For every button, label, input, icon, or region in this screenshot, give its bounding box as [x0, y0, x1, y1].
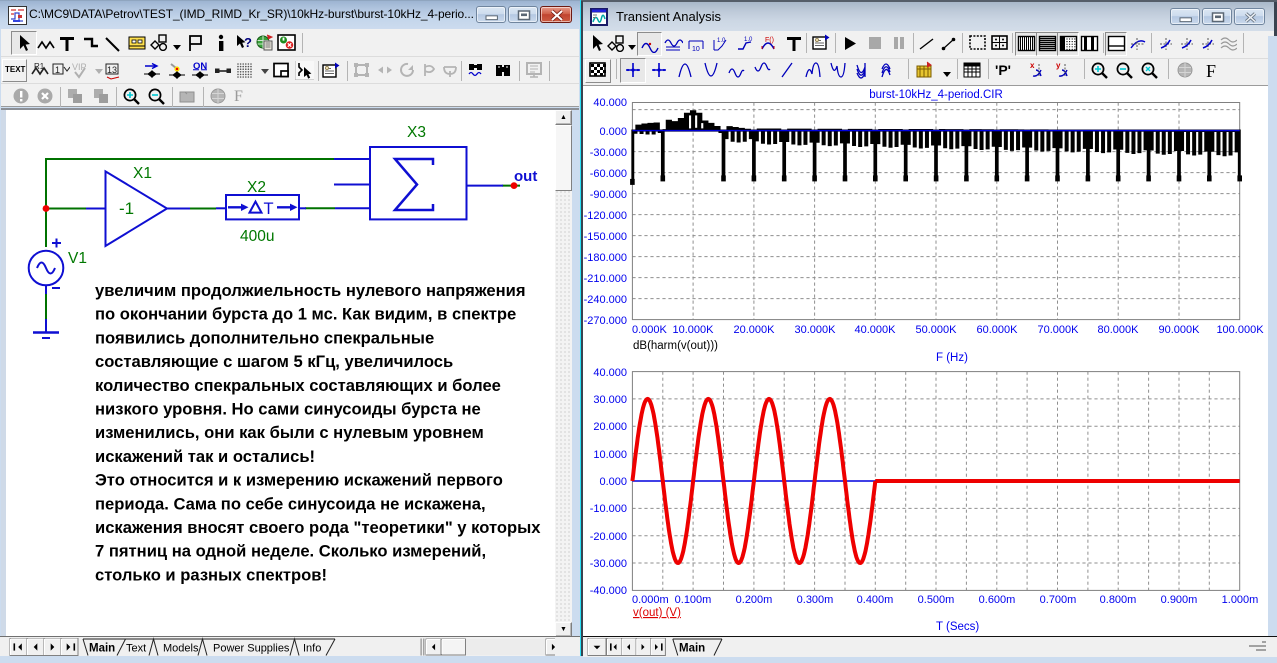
svg-text:0.100m: 0.100m: [675, 594, 712, 606]
svg-text:-60.000: -60.000: [590, 168, 627, 180]
svg-text:по окончании бурста до 1 мс. К: по окончании бурста до 1 мс. Как видим, …: [95, 305, 516, 324]
svg-text:T (Secs): T (Secs): [936, 621, 979, 633]
svg-text:-210.000: -210.000: [584, 273, 627, 285]
svg-text:периода. Сама по себе синусоид: периода. Сама по себе синусоида не искаж…: [95, 494, 486, 513]
svg-text:Models: Models: [163, 643, 199, 655]
svg-text:появились дополнительно спекра: появились дополнительно спекральные: [95, 328, 434, 347]
svg-text:-20.000: -20.000: [590, 531, 627, 543]
svg-text:-120.000: -120.000: [584, 210, 627, 222]
svg-text:10.000: 10.000: [593, 449, 627, 461]
svg-text:Main: Main: [89, 643, 115, 655]
svg-text:90.000K: 90.000K: [1159, 324, 1201, 336]
svg-text:1.0: 1.0: [744, 37, 753, 43]
svg-text:x: x: [1030, 61, 1035, 70]
svg-text:Info: Info: [303, 643, 321, 655]
svg-text:0.900m: 0.900m: [1161, 594, 1198, 606]
svg-text:-10.000: -10.000: [590, 503, 627, 515]
svg-text:dB(harm(v(out))): dB(harm(v(out))): [633, 340, 718, 352]
svg-text:искажений так и остались!: искажений так и остались!: [95, 447, 315, 466]
svg-text:30.000: 30.000: [593, 394, 627, 406]
svg-text:X2: X2: [247, 179, 266, 196]
svg-text:-90.000: -90.000: [590, 189, 627, 201]
svg-text:F: F: [234, 88, 243, 105]
svg-text:-1: -1: [119, 199, 134, 218]
svg-text:7 пятниц на одной неделе. Скол: 7 пятниц на одной неделе. Сколько измере…: [95, 542, 486, 561]
svg-text:30.000K: 30.000K: [795, 324, 837, 336]
svg-text:10: 10: [692, 46, 700, 53]
svg-text:y: y: [1056, 61, 1061, 70]
svg-text:20.000: 20.000: [593, 421, 627, 433]
svg-text:-30.000: -30.000: [590, 558, 627, 570]
svg-text:X3: X3: [407, 124, 426, 141]
svg-text:'P': 'P': [995, 62, 1011, 78]
svg-text:составляющие с шагом 5 кГц, ув: составляющие с шагом 5 кГц, увеличилось: [95, 352, 453, 371]
svg-text:70.000K: 70.000K: [1038, 324, 1080, 336]
svg-text:увеличим продолжиельность нуле: увеличим продолжиельность нулевого напря…: [95, 281, 526, 300]
svg-text:40.000K: 40.000K: [855, 324, 897, 336]
svg-text:1.000m: 1.000m: [1222, 594, 1259, 606]
svg-text:F: F: [1206, 61, 1216, 81]
svg-text:Main: Main: [679, 643, 705, 655]
svg-text:0.000: 0.000: [599, 476, 627, 488]
svg-text:0.000m: 0.000m: [632, 594, 669, 606]
svg-text:0.700m: 0.700m: [1040, 594, 1077, 606]
svg-text:v(out) (V): v(out) (V): [633, 607, 681, 619]
svg-text:V1: V1: [68, 250, 87, 267]
svg-text:?: ?: [244, 35, 252, 50]
svg-text:50.000K: 50.000K: [916, 324, 958, 336]
svg-text:burst-10kHz_4-period.CIR: burst-10kHz_4-period.CIR: [869, 89, 1003, 101]
svg-text:40.000: 40.000: [593, 97, 627, 109]
svg-text:10.000K: 10.000K: [673, 324, 715, 336]
svg-text:100.000K: 100.000K: [1216, 324, 1264, 336]
svg-text:-40.000: -40.000: [590, 585, 627, 597]
svg-text:80.000K: 80.000K: [1098, 324, 1140, 336]
svg-text:низкого уровня. Но сами синусо: низкого уровня. Но сами синусоиды бурста…: [95, 400, 481, 419]
svg-text:F(): F(): [765, 37, 774, 44]
svg-text:-240.000: -240.000: [584, 294, 627, 306]
svg-text:0.000K: 0.000K: [632, 324, 668, 336]
svg-text:Это относится и к измерению ис: Это относится и к измерению искажений пе…: [95, 471, 503, 490]
svg-text:1.0: 1.0: [717, 38, 726, 44]
svg-text:Text: Text: [126, 643, 146, 655]
svg-text:400u: 400u: [240, 228, 274, 245]
svg-text:столько и разных спектров!: столько и разных спектров!: [95, 565, 327, 584]
svg-text:out: out: [514, 168, 537, 185]
svg-text:искажения вносят своего рода ": искажения вносят своего рода "теоретики"…: [95, 518, 541, 537]
svg-text:-150.000: -150.000: [584, 231, 627, 243]
svg-text:0.600m: 0.600m: [979, 594, 1016, 606]
svg-text:0.200m: 0.200m: [736, 594, 773, 606]
svg-text:40.000: 40.000: [593, 367, 627, 379]
svg-text:-30.000: -30.000: [590, 147, 627, 159]
svg-text:-270.000: -270.000: [584, 315, 627, 327]
svg-text:1: 1: [55, 65, 60, 75]
svg-text:0.300m: 0.300m: [797, 594, 834, 606]
svg-text:20.000K: 20.000K: [734, 324, 776, 336]
svg-text:F (Hz): F (Hz): [936, 352, 968, 364]
svg-text:X1: X1: [133, 165, 152, 182]
svg-text:0.000: 0.000: [599, 126, 627, 138]
svg-text:0.500m: 0.500m: [918, 594, 955, 606]
svg-text:количество спекральных составл: количество спекральных составляющих и бо…: [95, 376, 501, 395]
svg-text:13: 13: [107, 65, 117, 75]
svg-text:60.000K: 60.000K: [977, 324, 1019, 336]
svg-text:0.400m: 0.400m: [857, 594, 894, 606]
svg-text:T: T: [264, 200, 274, 218]
svg-text:0.800m: 0.800m: [1100, 594, 1137, 606]
svg-text:Power Supplies: Power Supplies: [213, 643, 290, 655]
svg-text:ON: ON: [193, 61, 207, 72]
svg-text:изменились, они как были с нул: изменились, они как были с нулевым уровн…: [95, 423, 484, 442]
svg-text:-180.000: -180.000: [584, 252, 627, 264]
